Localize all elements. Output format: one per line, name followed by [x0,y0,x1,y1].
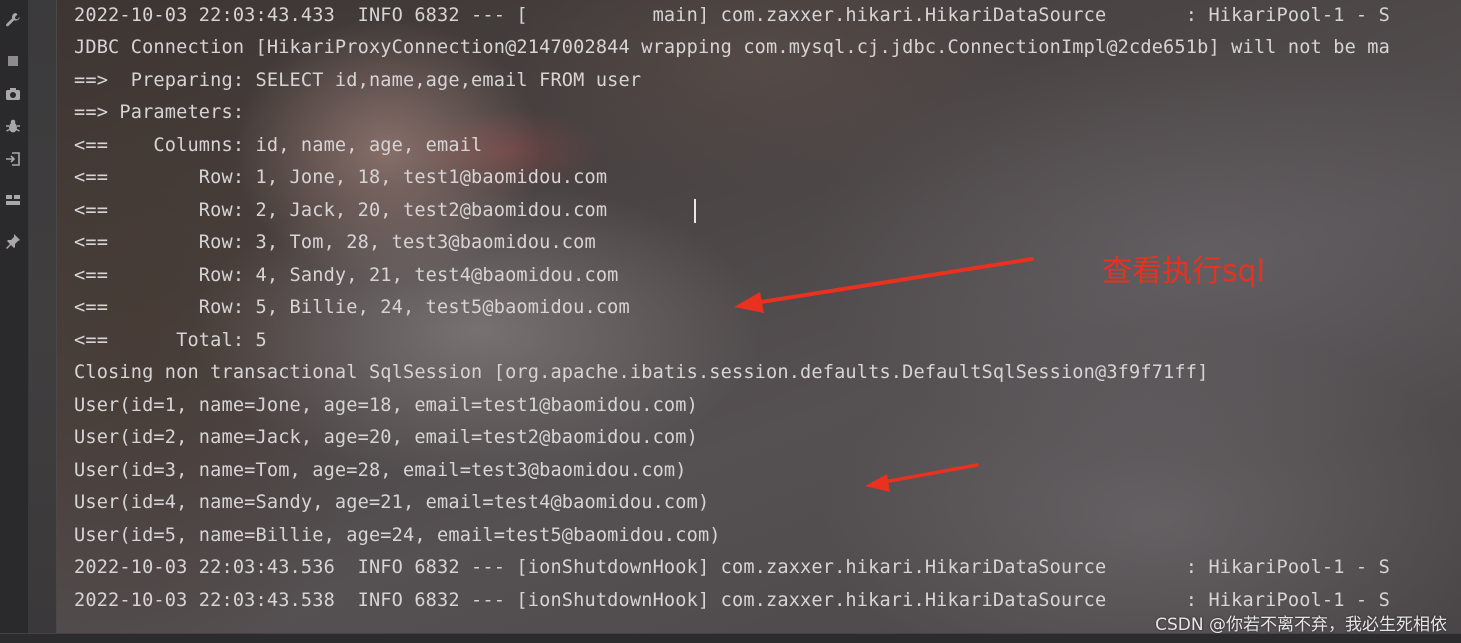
console-output[interactable]: 2022-10-03 22:03:43.433 INFO 6832 --- [ … [57,0,1461,643]
run-toolbar [0,0,29,643]
log-line: User(id=2, name=Jack, age=20, email=test… [74,427,698,448]
log-line: <== Row: 3, Tom, 28, test3@baomidou.com [74,232,596,253]
log-line: 2022-10-03 22:03:43.536 INFO 6832 --- [i… [74,557,1390,578]
log-line: Closing non transactional SqlSession [or… [74,362,1209,383]
log-line: User(id=1, name=Jone, age=18, email=test… [74,395,698,416]
log-line: ==> Parameters: [74,102,256,123]
log-line: <== Row: 5, Billie, 24, test5@baomidou.c… [74,297,630,318]
log-line: User(id=5, name=Billie, age=24, email=te… [74,525,721,546]
layout-icon[interactable] [3,190,23,210]
log-line: <== Row: 1, Jone, 18, test1@baomidou.com [74,167,608,188]
log-line: 2022-10-03 22:03:43.433 INFO 6832 --- [ … [74,5,1390,26]
text-caret [694,199,696,223]
wrench-icon[interactable] [3,10,23,30]
log-line: <== Columns: id, name, age, email [74,135,483,156]
log-line: User(id=3, name=Tom, age=28, email=test3… [74,460,687,481]
camera-icon[interactable] [3,84,23,104]
annotation-label: 查看执行sql [1102,254,1266,289]
ide-window: 2022-10-03 22:03:43.433 INFO 6832 --- [ … [0,0,1461,643]
log-line: <== Total: 5 [74,330,267,351]
pin-icon[interactable] [3,231,23,251]
log-line: JDBC Connection [HikariProxyConnection@2… [74,37,1390,58]
log-line: User(id=4, name=Sandy, age=21, email=tes… [74,492,710,513]
watermark: CSDN @你若不离不弃，我必生死相依 [1155,615,1447,635]
exit-icon[interactable] [3,149,23,169]
log-line: ==> Preparing: SELECT id,name,age,email … [74,70,642,91]
console-gutter [29,0,57,643]
bug-icon[interactable] [3,116,23,136]
stop-icon[interactable] [3,51,23,71]
log-line: <== Row: 2, Jack, 20, test2@baomidou.com [74,200,608,221]
log-line: <== Row: 4, Sandy, 21, test4@baomidou.co… [74,265,619,286]
